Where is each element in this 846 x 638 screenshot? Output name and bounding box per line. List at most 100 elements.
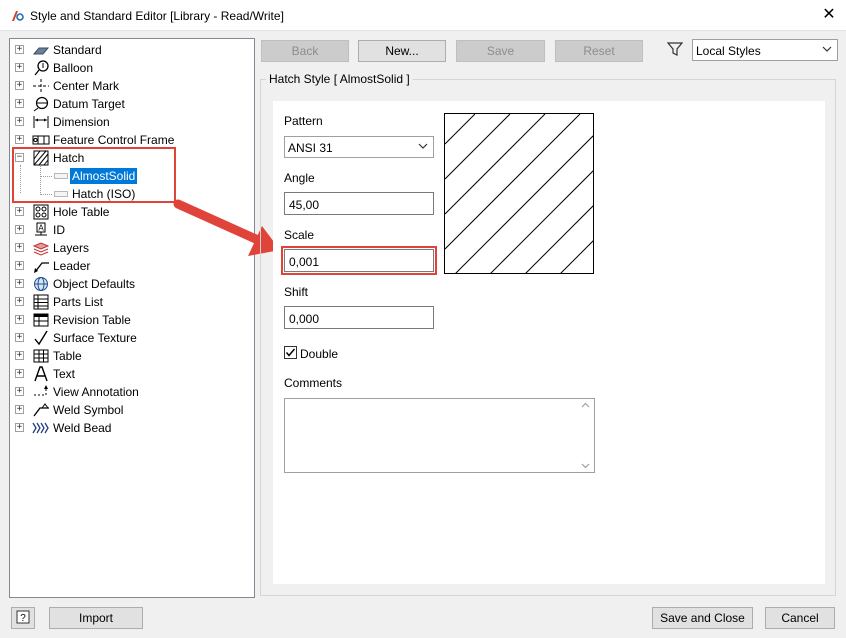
filter-icon[interactable]	[667, 41, 683, 57]
expand-icon[interactable]: +	[15, 351, 24, 360]
tree-item-datum-target[interactable]: + Datum Target	[10, 95, 250, 113]
comments-scrollbar[interactable]	[577, 399, 594, 472]
hatch-highlight-box	[12, 147, 176, 203]
tree-item-view-annotation[interactable]: + View Annotation	[10, 383, 250, 401]
scale-highlight-box	[281, 246, 437, 275]
angle-field[interactable]: 45,00	[284, 192, 434, 215]
tree-item-label: Surface Texture	[53, 331, 137, 345]
hole-table-icon	[33, 204, 49, 220]
svg-text:A: A	[38, 224, 44, 233]
scroll-arrows-icon	[581, 402, 590, 469]
tree-item-label: Center Mark	[53, 79, 120, 93]
shift-label: Shift	[284, 285, 309, 299]
expand-icon[interactable]: +	[15, 279, 24, 288]
import-button[interactable]: Import	[49, 607, 143, 629]
hatch-pattern-preview	[445, 114, 593, 273]
expand-icon[interactable]: +	[15, 405, 24, 414]
tree-item-label: Weld Symbol	[53, 403, 124, 417]
angle-label: Angle	[284, 171, 315, 185]
view-annotation-icon	[34, 385, 48, 396]
tree-item-label: Layers	[53, 241, 90, 255]
tree-item-label: Revision Table	[53, 313, 131, 327]
pattern-dropdown[interactable]: ANSI 31	[284, 136, 434, 158]
save-button[interactable]: Save	[456, 40, 545, 62]
tree-item-dimension[interactable]: + Dimension	[10, 113, 250, 131]
leader-icon	[34, 262, 49, 273]
id-icon: A	[35, 222, 47, 236]
tree-item-table[interactable]: + Table	[10, 347, 250, 365]
tree-item-label: Standard	[53, 43, 102, 57]
expand-icon[interactable]: +	[15, 81, 24, 90]
tree-item-label: Weld Bead	[53, 421, 112, 435]
revision-table-icon	[33, 313, 49, 327]
title-bar: Style and Standard Editor [Library - Rea…	[0, 0, 846, 31]
expand-icon[interactable]: +	[15, 315, 24, 324]
style-tree[interactable]: + Standard + Balloon + Center Mark + Dat…	[9, 38, 255, 598]
datum-target-icon	[33, 96, 49, 112]
tree-item-standard[interactable]: + Standard	[10, 41, 250, 59]
expand-icon[interactable]: +	[15, 225, 24, 234]
object-defaults-icon	[34, 277, 48, 291]
tree-item-label: Text	[53, 367, 76, 381]
weld-bead-icon	[32, 422, 49, 434]
weld-symbol-icon	[33, 403, 49, 417]
back-button[interactable]: Back	[261, 40, 349, 62]
expand-icon[interactable]: +	[15, 261, 24, 270]
tree-item-label: Datum Target	[53, 97, 125, 111]
expand-icon[interactable]: +	[15, 297, 24, 306]
surface-texture-icon	[34, 330, 48, 346]
tree-item-label: Feature Control Frame	[53, 133, 175, 147]
tree-item-revision-table[interactable]: + Revision Table	[10, 311, 250, 329]
style-filter-dropdown[interactable]: Local Styles	[692, 39, 838, 61]
tree-item-label: View Annotation	[53, 385, 139, 399]
pattern-label: Pattern	[284, 114, 323, 128]
tree-item-label: Hole Table	[53, 205, 110, 219]
hatch-preview	[444, 113, 594, 274]
save-and-close-button[interactable]: Save and Close	[652, 607, 753, 629]
app-icon	[12, 11, 24, 21]
center-mark-icon	[33, 79, 49, 93]
tree-item-label: Parts List	[53, 295, 104, 309]
help-button[interactable]: ?	[11, 607, 35, 629]
new-button[interactable]: New...	[358, 40, 446, 62]
shift-value: 0,000	[289, 312, 320, 326]
checkmark-icon	[285, 348, 296, 357]
expand-icon[interactable]: +	[15, 333, 24, 342]
shift-field[interactable]: 0,000	[284, 306, 434, 329]
tree-item-balloon[interactable]: + Balloon	[10, 59, 250, 77]
standard-icon	[32, 47, 50, 55]
tree-item-text[interactable]: + Text	[10, 365, 250, 383]
close-icon[interactable]: ✕	[818, 5, 840, 25]
tree-item-weld-bead[interactable]: + Weld Bead	[10, 419, 250, 437]
chevron-down-icon	[418, 143, 428, 149]
comments-label: Comments	[284, 376, 343, 390]
parts-list-icon	[33, 294, 49, 310]
dimension-icon	[33, 116, 49, 128]
expand-icon[interactable]: +	[15, 207, 24, 216]
tree-item-parts-list[interactable]: + Parts List	[10, 293, 250, 311]
angle-value: 45,00	[289, 198, 320, 212]
tree-item-label: Balloon	[53, 61, 94, 75]
reset-button[interactable]: Reset	[555, 40, 643, 62]
expand-icon[interactable]: +	[15, 423, 24, 432]
expand-icon[interactable]: +	[15, 99, 24, 108]
expand-icon[interactable]: +	[15, 63, 24, 72]
double-label: Double	[300, 347, 339, 361]
tree-item-weld-symbol[interactable]: + Weld Symbol	[10, 401, 250, 419]
expand-icon[interactable]: +	[15, 117, 24, 126]
expand-icon[interactable]: +	[15, 369, 24, 378]
cancel-button[interactable]: Cancel	[765, 607, 835, 629]
hatch-style-group-title: Hatch Style [ AlmostSolid ]	[266, 72, 413, 86]
expand-icon[interactable]: +	[15, 45, 24, 54]
expand-icon[interactable]: +	[15, 387, 24, 396]
expand-icon[interactable]: +	[15, 243, 24, 252]
balloon-icon	[34, 60, 49, 76]
tree-item-center-mark[interactable]: + Center Mark	[10, 77, 250, 95]
expand-icon[interactable]: +	[15, 135, 24, 144]
comments-textarea[interactable]	[284, 398, 595, 473]
tree-item-object-defaults[interactable]: + Object Defaults	[10, 275, 250, 293]
tree-item-surface-texture[interactable]: + Surface Texture	[10, 329, 250, 347]
svg-text:?: ?	[20, 613, 26, 624]
tree-item-label: Object Defaults	[53, 277, 136, 291]
double-checkbox[interactable]	[284, 346, 297, 359]
